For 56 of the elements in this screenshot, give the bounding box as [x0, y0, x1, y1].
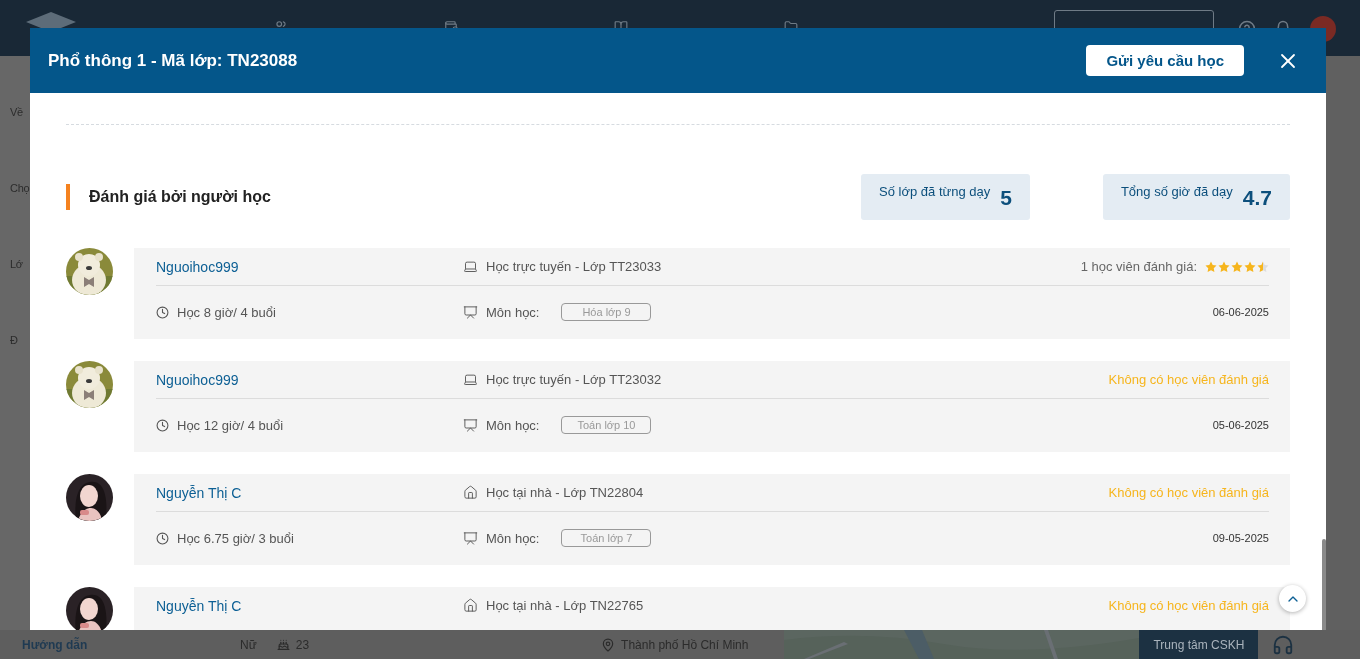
- clock-icon: [156, 531, 169, 545]
- laptop-icon: [463, 259, 478, 274]
- subject-tag: Toán lớp 7: [561, 529, 652, 547]
- sidebar-label: Đ: [9, 334, 18, 346]
- subject-tag: Toán lớp 10: [561, 416, 652, 434]
- date-text: 06-06-2025: [1212, 306, 1269, 318]
- rating-text: Không có học viên đánh giá: [1108, 485, 1269, 500]
- reviewer-name[interactable]: Nguyễn Thị C: [156, 597, 463, 614]
- star-icon: [1218, 260, 1230, 273]
- house-icon: [463, 485, 478, 500]
- rating-text: Không có học viên đánh giá: [1108, 372, 1269, 387]
- class-text: Học tại nhà - Lớp TN22804: [486, 485, 644, 500]
- reviewer-name[interactable]: Nguyễn Thị C: [156, 484, 463, 501]
- hours-text: Học 8 giờ/ 4 buổi: [177, 304, 276, 320]
- rating-text: Không có học viên đánh giá: [1108, 598, 1269, 613]
- reviewer-name[interactable]: Nguoihoc999: [156, 258, 463, 275]
- house-icon: [463, 598, 478, 613]
- section-title: Đánh giá bởi người học: [66, 184, 271, 210]
- star-icon: [1205, 260, 1217, 273]
- sidebar-label: Về: [9, 106, 23, 118]
- class-text: Học trực tuyến - Lớp TT23033: [486, 259, 662, 274]
- stat-value: 5: [1000, 186, 1012, 210]
- board-icon: [463, 530, 478, 546]
- headset-icon[interactable]: [1272, 633, 1295, 656]
- board-icon: [463, 417, 478, 433]
- sidebar-label: Chọ: [9, 182, 30, 194]
- stat-label: Số lớp đã từng dạy: [879, 184, 991, 199]
- clock-icon: [156, 305, 169, 319]
- dialog-title: Phổ thông 1 - Mã lớp: TN23088: [48, 50, 298, 71]
- reviewer-name[interactable]: Nguoihoc999: [156, 371, 463, 388]
- star-icon: [1257, 260, 1269, 273]
- subject-label: Môn học:: [486, 417, 540, 433]
- class-text: Học trực tuyến - Lớp TT23032: [486, 372, 662, 387]
- star-icon: [1244, 260, 1256, 273]
- scrollbar-thumb[interactable]: [1322, 539, 1326, 630]
- support-text[interactable]: Trung tâm CSKH: [1139, 630, 1259, 659]
- scroll-top-button[interactable]: [1279, 585, 1306, 612]
- location-icon: [601, 637, 616, 652]
- clock-icon: [156, 418, 169, 432]
- rating-text: 1 học viên đánh giá:: [1080, 259, 1197, 274]
- stat-value: 4.7: [1242, 186, 1272, 210]
- request-button[interactable]: Gửi yêu cầu học: [1086, 45, 1244, 76]
- hours-text: Học 6.75 giờ/ 3 buổi: [177, 530, 294, 546]
- date-text: 05-06-2025: [1212, 419, 1269, 431]
- laptop-icon: [463, 372, 478, 387]
- subject-tag: Hóa lớp 9: [561, 303, 652, 321]
- board-icon: [463, 304, 478, 320]
- stat-label: Tổng số giờ đã dạy: [1120, 184, 1233, 199]
- class-text: Học tại nhà - Lớp TN22765: [486, 598, 644, 613]
- subject-label: Môn học:: [486, 530, 540, 546]
- hours-text: Học 12 giờ/ 4 buổi: [177, 417, 284, 433]
- subject-label: Môn học:: [486, 304, 540, 320]
- sidebar-label: Lớ: [9, 258, 23, 270]
- cake-icon: [276, 638, 290, 651]
- star-icon: [1231, 260, 1243, 273]
- date-text: 09-05-2025: [1212, 532, 1269, 544]
